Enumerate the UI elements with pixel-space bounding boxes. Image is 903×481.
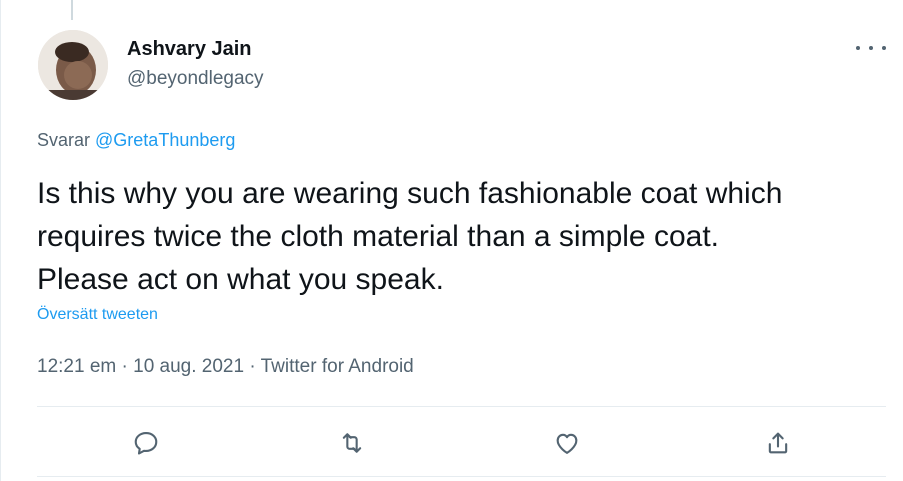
retweet-icon	[342, 433, 362, 453]
share-icon	[768, 432, 788, 454]
divider	[37, 476, 886, 477]
author-name[interactable]: Ashvary Jain	[127, 38, 252, 61]
reply-button[interactable]	[129, 426, 163, 460]
translate-tweet-link[interactable]: Översätt tweeten	[37, 306, 158, 324]
tweet-time[interactable]: 12:21 em	[37, 356, 116, 377]
replying-to-label: Svarar	[37, 130, 91, 150]
mention-link[interactable]: @GretaThunberg	[95, 130, 235, 150]
tweet-actions	[37, 418, 886, 468]
reply-icon	[134, 432, 158, 455]
retweet-button[interactable]	[335, 426, 369, 460]
author-handle[interactable]: @beyondlegacy	[127, 68, 264, 90]
divider	[37, 406, 886, 407]
like-icon	[556, 433, 578, 454]
timeline-border	[0, 0, 1, 481]
tweet-metadata: 12:21 em · 10 aug. 2021 · Twitter for An…	[37, 356, 414, 378]
avatar-image	[38, 30, 108, 100]
tweet-date[interactable]: 10 aug. 2021	[133, 356, 244, 377]
like-button[interactable]	[550, 426, 584, 460]
meta-separator: ·	[121, 356, 128, 377]
replying-to: Svarar @GretaThunberg	[37, 130, 235, 151]
tweet-text: Is this why you are wearing such fashion…	[37, 177, 783, 296]
dot-icon	[869, 46, 873, 50]
dot-icon	[856, 46, 860, 50]
tweet-source[interactable]: Twitter for Android	[261, 356, 414, 377]
meta-separator: ·	[249, 356, 256, 377]
avatar[interactable]	[38, 30, 108, 100]
thread-connector-line	[71, 0, 73, 20]
more-options-icon[interactable]	[856, 36, 886, 60]
dot-icon	[882, 46, 886, 50]
share-button[interactable]	[761, 426, 795, 460]
